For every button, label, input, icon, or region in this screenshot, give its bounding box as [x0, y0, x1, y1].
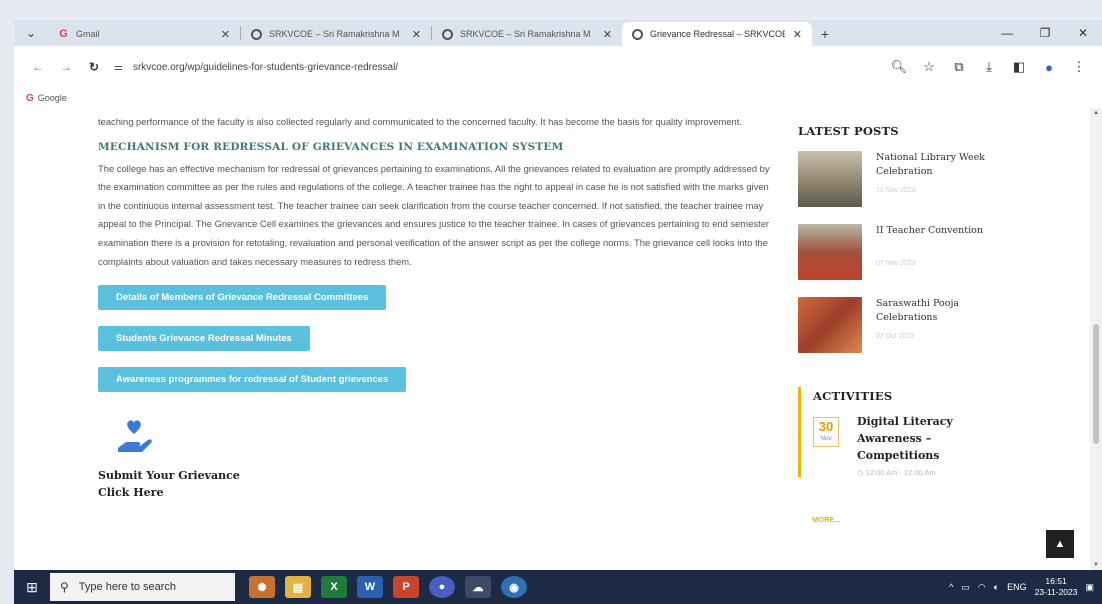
excel-icon[interactable]: X — [321, 576, 347, 598]
post-thumbnail[interactable] — [798, 297, 862, 353]
notifications-icon[interactable]: ▣ — [1085, 582, 1094, 593]
site-settings-icon[interactable]: ⚌ — [114, 62, 123, 73]
word-icon[interactable]: W — [357, 576, 383, 598]
chrome-icon[interactable]: ◉ — [501, 576, 527, 598]
bookmark-google[interactable]: Google — [38, 93, 67, 103]
scroll-down-arrow-icon[interactable]: ▼ — [1093, 562, 1099, 568]
close-tab-icon[interactable]: ✕ — [793, 28, 802, 41]
battery-icon[interactable]: ▭ — [961, 582, 970, 593]
scrollbar-thumb[interactable] — [1093, 324, 1099, 444]
address-bar[interactable]: ⚌ srkvcoe.org/wp/guidelines-for-students… — [114, 54, 814, 80]
close-tab-icon[interactable]: ✕ — [603, 28, 612, 41]
awareness-programmes-button[interactable]: Awareness programmes for redressal of St… — [98, 367, 407, 393]
diwali-widget-icon[interactable]: ✺ — [249, 576, 275, 598]
taskbar-search[interactable]: ⚲ Type here to search — [50, 573, 235, 601]
taskbar-apps: ✺ ▤ X W P ● ☁ ◉ — [249, 576, 527, 598]
close-tab-icon[interactable]: ✕ — [221, 28, 230, 41]
windows-start-icon[interactable]: ⊞ — [14, 579, 50, 596]
language-indicator[interactable]: ENG — [1007, 582, 1027, 592]
toolbar-actions: 🔍︎ ☆ ⧉ ⤓ ◧ ● ⋮ — [886, 59, 1102, 75]
sidebar: LATEST POSTS National Library Week Celeb… — [798, 108, 1068, 524]
kebab-menu-icon[interactable]: ⋮ — [1066, 59, 1092, 75]
chevron-up-icon: ▲ — [1054, 538, 1066, 550]
chevron-up-tray-icon[interactable]: ^ — [949, 582, 953, 592]
tab-srkvcoe-2[interactable]: SRKVCOE – Sri Ramakrishna M ✕ — [432, 22, 622, 46]
post-thumbnail[interactable] — [798, 224, 862, 280]
tab-search-chevron-icon[interactable]: ⌄ — [14, 20, 48, 46]
network-icon[interactable]: ◠ — [978, 582, 986, 593]
download-icon[interactable]: ⤓ — [976, 59, 1002, 75]
more-link[interactable]: MORE... — [812, 515, 1068, 524]
activities-section: ACTIVITIES 30 Nov Digital Literacy Aware… — [798, 387, 1068, 477]
search-icon: ⚲ — [60, 580, 69, 594]
extensions-puzzle-icon[interactable]: ⧉ — [946, 59, 972, 75]
file-explorer-icon[interactable]: ▤ — [285, 576, 311, 598]
forward-arrow-icon[interactable]: → — [52, 60, 80, 74]
bookmark-star-icon[interactable]: ☆ — [916, 59, 942, 75]
scroll-to-top-button[interactable]: ▲ — [1046, 530, 1074, 558]
url-text: srkvcoe.org/wp/guidelines-for-students-g… — [132, 61, 399, 73]
bookmarks-bar: G Google — [14, 88, 1102, 108]
mechanism-paragraph: The college has an effective mechanism f… — [98, 162, 770, 267]
page-viewport: teaching performance of the faculty is a… — [14, 108, 1102, 570]
post-item[interactable]: II Teacher Convention 07 Nov 2023 — [798, 224, 1068, 286]
redressal-minutes-button[interactable]: Students Grievance Redressal Minutes — [98, 326, 310, 352]
powerpoint-icon[interactable]: P — [393, 576, 419, 598]
committee-members-button[interactable]: Details of Members of Grievance Redressa… — [98, 285, 387, 311]
section-heading: MECHANISM FOR REDRESSAL OF GRIEVANCES IN… — [98, 140, 564, 153]
clock-icon: ◷ — [857, 468, 864, 477]
latest-posts-title: LATEST POSTS — [798, 124, 899, 138]
post-thumbnail[interactable] — [798, 151, 862, 207]
hand-heart-icon[interactable] — [114, 418, 154, 458]
activities-title: ACTIVITIES — [813, 389, 893, 403]
windows-taskbar: ⊞ ⚲ Type here to search ✺ ▤ X W P ● ☁ ◉ … — [14, 570, 1102, 604]
google-favicon-icon: G — [26, 92, 34, 104]
browser-toolbar: ← → ↻ ⚌ srkvcoe.org/wp/guidelines-for-st… — [14, 46, 1102, 88]
reload-icon[interactable]: ↻ — [80, 60, 108, 74]
window-controls: — ❐ ✕ — [988, 20, 1102, 46]
main-content: teaching performance of the faculty is a… — [98, 108, 778, 501]
system-tray: ^ ▭ ◠ 🔈︎ ENG 16:51 23-11-2023 ▣ — [949, 576, 1102, 598]
globe-favicon-icon — [632, 28, 643, 40]
tab-strip: ⌄ G Gmail ✕ SRKVCOE – Sri Ramakrishna M … — [14, 20, 1102, 46]
event-date-badge: 30 Nov — [813, 417, 839, 447]
minimize-icon[interactable]: — — [988, 26, 1026, 40]
profile-avatar-icon[interactable]: ● — [1036, 60, 1062, 75]
scroll-up-arrow-icon[interactable]: ▲ — [1093, 110, 1099, 116]
volume-icon[interactable]: 🔈︎ — [994, 582, 999, 593]
submit-grievance-link[interactable]: Submit Your Grievance Click Here — [98, 467, 778, 501]
post-item[interactable]: National Library Week Celebration 13 Nov… — [798, 151, 1068, 213]
close-tab-icon[interactable]: ✕ — [412, 28, 421, 41]
event-item[interactable]: 30 Nov Digital Literacy Awareness – Comp… — [813, 413, 1068, 477]
post-item[interactable]: Saraswathi Pooja Celebrations 23 Oct 202… — [798, 297, 1068, 359]
app-circle-icon[interactable]: ● — [429, 576, 455, 598]
new-tab-plus-icon[interactable]: + — [812, 22, 838, 46]
globe-favicon-icon — [251, 28, 262, 40]
side-panel-icon[interactable]: ◧ — [1006, 59, 1032, 75]
event-title[interactable]: Digital Literacy Awareness – Competition… — [857, 413, 953, 464]
tab-gmail[interactable]: G Gmail ✕ — [48, 22, 240, 46]
tab-srkvcoe-1[interactable]: SRKVCOE – Sri Ramakrishna M ✕ — [241, 22, 431, 46]
globe-favicon-icon — [442, 28, 453, 40]
cloud-app-icon[interactable]: ☁ — [465, 576, 491, 598]
gmail-favicon-icon: G — [59, 28, 68, 40]
intro-paragraph: teaching performance of the faculty is a… — [98, 116, 742, 127]
close-window-icon[interactable]: ✕ — [1064, 26, 1102, 40]
back-arrow-icon[interactable]: ← — [24, 60, 52, 74]
tab-grievance-redressal[interactable]: Grievance Redressal – SRKVCOE ✕ — [622, 22, 812, 46]
taskbar-clock[interactable]: 16:51 23-11-2023 — [1035, 576, 1078, 598]
page-scrollbar[interactable]: ▲ ▼ — [1090, 108, 1102, 570]
restore-icon[interactable]: ❐ — [1026, 26, 1064, 40]
event-time: ◷ 12:00 Am - 12:00 Am — [857, 468, 936, 477]
zoom-magnifier-icon[interactable]: 🔍︎ — [886, 59, 912, 75]
